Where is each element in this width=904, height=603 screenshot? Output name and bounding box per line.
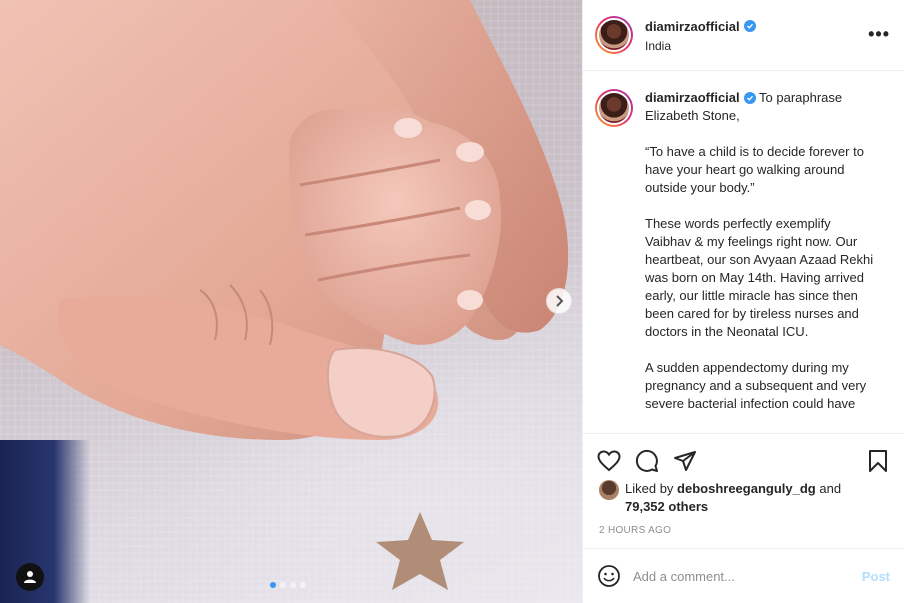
comment-input[interactable]: [633, 568, 862, 584]
verified-badge-icon: [743, 20, 756, 32]
caption-paragraph: These words perfectly exemplify Vaibhav …: [645, 216, 874, 339]
share-button[interactable]: [671, 447, 699, 475]
location-link[interactable]: India: [645, 39, 756, 53]
avatar[interactable]: [599, 480, 619, 500]
caption-text: diamirzaofficial To paraphrase Elizabeth…: [645, 89, 875, 413]
username-link[interactable]: diamirzaofficial: [645, 19, 756, 34]
comment-icon: [635, 449, 658, 472]
username-text[interactable]: diamirzaofficial: [645, 19, 740, 34]
likes-summary: Liked by deboshreeganguly_dg and 79,352 …: [599, 480, 875, 516]
user-tag-icon: [24, 571, 36, 583]
blanket-dark-corner: [0, 440, 90, 603]
paper-plane-icon: [674, 450, 696, 471]
liker-username-link[interactable]: deboshreeganguly_dg: [677, 481, 816, 496]
post-header: diamirzaofficial India •••: [583, 0, 904, 71]
caption-paragraph: A sudden appendectomy during my pregnanc…: [645, 360, 867, 411]
carousel-dot: [270, 582, 276, 588]
likes-conjunction: and: [819, 481, 842, 496]
verified-badge-icon: [743, 92, 756, 104]
carousel-indicator: [270, 582, 306, 588]
caption-username[interactable]: diamirzaofficial: [645, 89, 756, 107]
save-button[interactable]: [864, 447, 892, 475]
post-details-panel: diamirzaofficial India ••• diamirzaoffic…: [582, 0, 904, 603]
post-image[interactable]: [0, 0, 582, 603]
caption-scroll-area[interactable]: diamirzaofficial To paraphrase Elizabeth…: [583, 71, 904, 433]
comment-bar: Post: [583, 548, 904, 603]
avatar[interactable]: [595, 16, 633, 54]
next-slide-button[interactable]: [546, 288, 572, 314]
likes-count-link[interactable]: 79,352 others: [625, 499, 708, 514]
like-button[interactable]: [595, 447, 623, 475]
chevron-right-icon: [556, 295, 564, 307]
carousel-dot: [280, 582, 286, 588]
user-tags-button[interactable]: [16, 563, 44, 591]
caption-quote: “To have a child is to decide forever to…: [645, 144, 864, 195]
post-comment-button[interactable]: Post: [862, 569, 890, 584]
more-options-button[interactable]: •••: [868, 24, 890, 45]
action-bar: [583, 433, 904, 487]
likes-prefix: Liked by: [625, 481, 674, 496]
post-timestamp[interactable]: 2 HOURS AGO: [599, 525, 671, 536]
avatar[interactable]: [595, 89, 633, 127]
heart-icon: [597, 449, 621, 471]
carousel-dot: [300, 582, 306, 588]
carousel-dot: [290, 582, 296, 588]
smiley-icon[interactable]: [597, 564, 621, 588]
comment-button[interactable]: [633, 447, 661, 475]
bookmark-icon: [869, 449, 887, 472]
